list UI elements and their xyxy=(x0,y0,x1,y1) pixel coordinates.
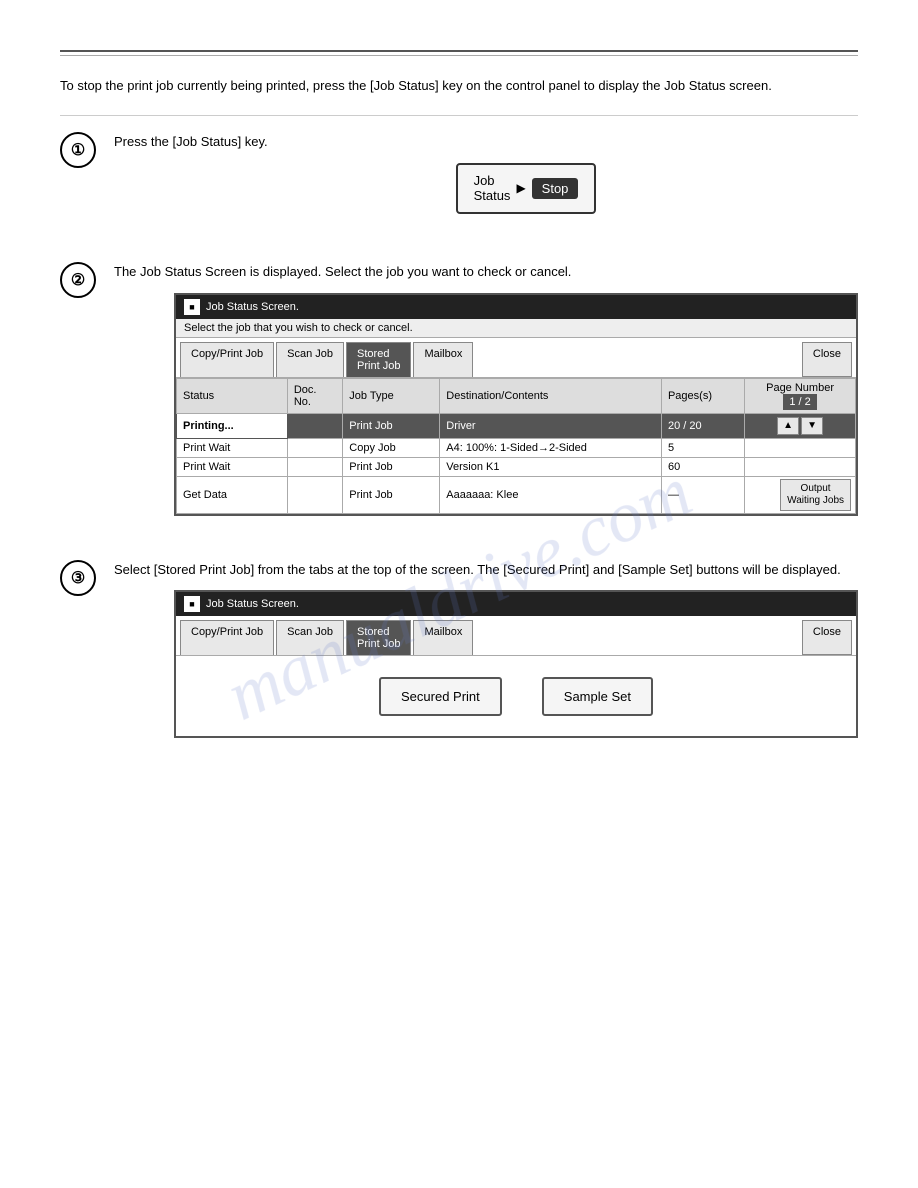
table-header-row: Status Doc. No. Job Type Destination/Con… xyxy=(177,378,856,413)
top-divider xyxy=(60,50,858,52)
sub-divider xyxy=(60,55,858,56)
row3-status: Print Wait xyxy=(177,457,288,476)
screen-3-icon: ■ xyxy=(184,596,200,612)
col-type: Job Type xyxy=(343,378,440,413)
row2-pages: 5 xyxy=(661,438,744,457)
row1-doc xyxy=(287,413,342,438)
step-3-row: ③ Select [Stored Print Job] from the tab… xyxy=(60,560,858,755)
step-2-text: The Job Status Screen is displayed. Sele… xyxy=(114,262,858,283)
nav-down-button[interactable]: ▼ xyxy=(801,417,823,435)
step-3-number: ③ xyxy=(60,560,96,596)
step-1-text: Press the [Job Status] key. xyxy=(114,132,858,153)
screen-3-close-button[interactable]: Close xyxy=(802,620,852,655)
step-3-content: Select [Stored Print Job] from the tabs … xyxy=(114,560,858,755)
row2-type: Copy Job xyxy=(343,438,440,457)
row3-doc xyxy=(287,457,342,476)
col-pages: Pages(s) xyxy=(661,378,744,413)
row4-pages: — xyxy=(661,476,744,513)
row4-dest: Aaaaaaa: Klee xyxy=(440,476,662,513)
screen-2-header: ■ Job Status Screen. xyxy=(176,295,856,319)
stored-print-content: Secured Print Sample Set xyxy=(176,656,856,736)
screen-3-panel: ■ Job Status Screen. Copy/Print Job Scan… xyxy=(174,590,858,738)
stop-label: Stop xyxy=(532,178,579,199)
job-status-label: JobStatus xyxy=(474,173,511,204)
tab-stored-print[interactable]: StoredPrint Job xyxy=(346,342,411,377)
screen-icon: ■ xyxy=(184,299,200,315)
step-3-text: Select [Stored Print Job] from the tabs … xyxy=(114,560,858,581)
table-row[interactable]: Get Data Print Job Aaaaaaa: Klee — Outpu… xyxy=(177,476,856,513)
job-table: Status Doc. No. Job Type Destination/Con… xyxy=(176,378,856,514)
row3-dest: Version K1 xyxy=(440,457,662,476)
step-2-row: ② The Job Status Screen is displayed. Se… xyxy=(60,262,858,532)
sample-set-button[interactable]: Sample Set xyxy=(542,677,653,716)
job-status-button-wrapper: JobStatus ▶ Stop xyxy=(194,163,858,214)
tab3-mailbox[interactable]: Mailbox xyxy=(413,620,473,655)
job-status-button[interactable]: JobStatus ▶ Stop xyxy=(456,163,597,214)
col-dest: Destination/Contents xyxy=(440,378,662,413)
arrow-right-icon: ▶ xyxy=(516,181,525,195)
row1-status: Printing... xyxy=(177,413,288,438)
row1-pagenum: ▲ ▼ xyxy=(745,413,856,438)
screen-2-subheader: Select the job that you wish to check or… xyxy=(176,319,856,338)
row3-pages: 60 xyxy=(661,457,744,476)
table-row[interactable]: Printing... Print Job Driver 20 / 20 ▲ ▼ xyxy=(177,413,856,438)
col-pagenum: Page Number 1 / 2 xyxy=(745,378,856,413)
table-row[interactable]: Print Wait Print Job Version K1 60 xyxy=(177,457,856,476)
row3-pagenum xyxy=(745,457,856,476)
row4-output: OutputWaiting Jobs xyxy=(745,476,856,513)
screen-3-header: ■ Job Status Screen. xyxy=(176,592,856,616)
tab3-stored-print[interactable]: StoredPrint Job xyxy=(346,620,411,655)
secured-print-button[interactable]: Secured Print xyxy=(379,677,502,716)
row4-type: Print Job xyxy=(343,476,440,513)
intro-text: To stop the print job currently being pr… xyxy=(60,76,858,97)
row4-status: Get Data xyxy=(177,476,288,513)
step-2-number: ② xyxy=(60,262,96,298)
page-number-display: 1 / 2 xyxy=(783,394,816,410)
output-waiting-button[interactable]: OutputWaiting Jobs xyxy=(780,479,851,511)
screen-3-header-text: Job Status Screen. xyxy=(206,598,299,610)
row2-dest: A4: 100%: 1-Sided→2-Sided xyxy=(440,438,662,457)
tab3-scan[interactable]: Scan Job xyxy=(276,620,344,655)
row1-type: Print Job xyxy=(343,413,440,438)
col-status: Status xyxy=(177,378,288,413)
step-divider xyxy=(60,115,858,116)
row4-doc xyxy=(287,476,342,513)
row2-pagenum xyxy=(745,438,856,457)
screen-2-panel: ■ Job Status Screen. Select the job that… xyxy=(174,293,858,516)
tab3-copy-print[interactable]: Copy/Print Job xyxy=(180,620,274,655)
step-1-number: ① xyxy=(60,132,96,168)
row1-pages: 20 / 20 xyxy=(661,413,744,438)
tab-mailbox[interactable]: Mailbox xyxy=(413,342,473,377)
row2-status: Print Wait xyxy=(177,438,288,457)
row3-type: Print Job xyxy=(343,457,440,476)
tab-copy-print[interactable]: Copy/Print Job xyxy=(180,342,274,377)
step-1-content: Press the [Job Status] key. JobStatus ▶ … xyxy=(114,132,858,234)
screen-3-tabs: Copy/Print Job Scan Job StoredPrint Job … xyxy=(176,616,856,656)
step-2-content: The Job Status Screen is displayed. Sele… xyxy=(114,262,858,532)
row2-doc xyxy=(287,438,342,457)
screen-2-close-button[interactable]: Close xyxy=(802,342,852,377)
table-row[interactable]: Print Wait Copy Job A4: 100%: 1-Sided→2-… xyxy=(177,438,856,457)
screen-2-header-text: Job Status Screen. xyxy=(206,301,299,313)
col-doc: Doc. No. xyxy=(287,378,342,413)
nav-up-button[interactable]: ▲ xyxy=(777,417,799,435)
screen-2-tabs: Copy/Print Job Scan Job StoredPrint Job … xyxy=(176,338,856,378)
step-1-row: ① Press the [Job Status] key. JobStatus … xyxy=(60,132,858,234)
tab-scan[interactable]: Scan Job xyxy=(276,342,344,377)
row1-dest: Driver xyxy=(440,413,662,438)
